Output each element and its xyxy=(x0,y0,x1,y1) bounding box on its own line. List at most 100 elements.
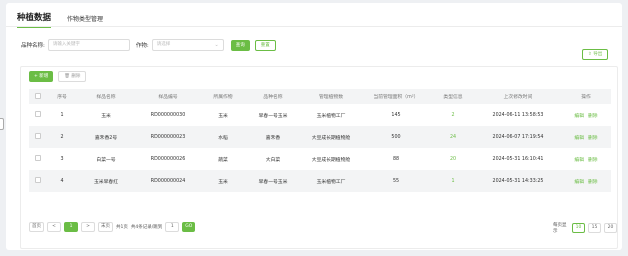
page-size-15[interactable]: 15 xyxy=(588,223,601,233)
row-select[interactable] xyxy=(29,126,47,148)
reset-button[interactable]: 重置 xyxy=(254,39,276,51)
cell-plants: 玉米植物工厂 xyxy=(316,179,346,185)
cell-area: 55 xyxy=(392,178,400,184)
header-select-all[interactable] xyxy=(29,89,47,104)
cell-type-info-link[interactable]: 24 xyxy=(431,126,475,148)
page-1-button[interactable]: 1 xyxy=(64,222,78,232)
cell-operation: 编辑 删除 xyxy=(561,148,611,170)
cell-index: 3 xyxy=(60,156,64,162)
delete-link[interactable]: 删除 xyxy=(588,136,598,141)
cell-sample-code: RD000000023 xyxy=(150,134,186,140)
goto-page-input[interactable]: 1 xyxy=(165,222,180,232)
total-records-text: 共4条记录/跳到 xyxy=(130,225,163,230)
cell-sample-name: 玉米 xyxy=(101,113,111,119)
cell-sample-code: RD000000030 xyxy=(150,112,186,118)
cell-variety: 早春一号玉米 xyxy=(258,113,288,119)
pagination: 首页 < 1 > 末页 共1页 共4条记录/跳到 1 GO xyxy=(29,222,196,232)
cell-last-modified: 2024-06-07 17:19:54 xyxy=(492,134,544,140)
export-button-wrap: ⇧ 导出 xyxy=(582,40,609,60)
cell-type-info-link[interactable]: 20 xyxy=(431,148,475,170)
cell-sample-name: 玉米早春红 xyxy=(94,179,118,185)
cell-crop: 玉米 xyxy=(218,179,228,185)
query-button[interactable]: 查询 xyxy=(230,39,250,51)
export-button[interactable]: ⇧ 导出 xyxy=(582,49,609,60)
main-panel: 种植数据 作物类型管理 品种名称: 请输入关键字 作物: 请选择 ⌄ 查询 重置… xyxy=(6,3,622,250)
cell-sample-name: 白菜一号 xyxy=(96,157,116,163)
edit-link[interactable]: 编辑 xyxy=(574,180,584,185)
variety-name-input[interactable]: 请输入关键字 xyxy=(47,39,130,51)
checkbox[interactable] xyxy=(35,155,41,161)
next-page-button[interactable]: > xyxy=(81,222,95,232)
header-area: 当前管理面积（m²） xyxy=(373,95,419,100)
cell-last-modified: 2024-06-11 13:58:53 xyxy=(492,112,544,118)
cell-crop: 蔬菜 xyxy=(218,157,228,163)
edit-link[interactable]: 编辑 xyxy=(574,114,584,119)
header-crop: 所属作物 xyxy=(213,95,233,100)
cell-area: 88 xyxy=(392,156,400,162)
cell-crop: 玉米 xyxy=(218,113,228,119)
cell-sample-name: 嘉禾香2号 xyxy=(94,135,118,141)
page-size-selector: 每页显示 10 15 20 xyxy=(553,222,617,234)
table-card: + 新增 🗑 删除 序号 样品名称 样品编号 所属作物 品种名称 管理植物数 当… xyxy=(20,66,618,249)
per-page-label: 每页显示 xyxy=(553,223,567,234)
table-row: 3 白菜一号 RD000000026 蔬菜 大白菜 大豆成长期植物舱 88 20… xyxy=(29,148,611,170)
cell-type-info-link[interactable]: 1 xyxy=(431,170,475,192)
delete-button-label: 删除 xyxy=(71,74,81,79)
checkbox[interactable] xyxy=(35,92,41,99)
table-header-row: 序号 样品名称 样品编号 所属作物 品种名称 管理植物数 当前管理面积（m²） … xyxy=(29,89,611,104)
header-variety: 品种名称 xyxy=(263,95,283,100)
header-last-modified: 上次修改时间 xyxy=(503,95,533,100)
cell-operation: 编辑 删除 xyxy=(561,170,611,192)
row-select[interactable] xyxy=(29,170,47,192)
cell-variety: 嘉禾香 xyxy=(265,135,281,141)
planting-data-table: 序号 样品名称 样品编号 所属作物 品种名称 管理植物数 当前管理面积（m²） … xyxy=(29,89,611,192)
go-button[interactable]: GO xyxy=(182,222,196,232)
delete-link[interactable]: 删除 xyxy=(588,180,598,185)
total-pages-text: 共1页 xyxy=(116,225,128,230)
row-select[interactable] xyxy=(29,148,47,170)
add-button-label: 新增 xyxy=(39,74,49,79)
edit-link[interactable]: 编辑 xyxy=(574,158,584,163)
cell-last-modified: 2024-05-31 14:33:25 xyxy=(492,178,544,184)
cell-plants: 大豆成长期植物舱 xyxy=(311,157,351,163)
side-collapse-handle[interactable] xyxy=(0,118,4,130)
chevron-down-icon: ⌄ xyxy=(214,42,219,48)
header-sample-name: 样品名称 xyxy=(96,95,116,100)
edit-link[interactable]: 编辑 xyxy=(574,136,584,141)
add-button[interactable]: + 新增 xyxy=(29,71,54,82)
tabs-divider xyxy=(6,26,622,27)
page-size-10[interactable]: 10 xyxy=(572,223,585,233)
header-operation: 操作 xyxy=(581,95,591,100)
cell-crop: 水稻 xyxy=(218,135,228,141)
last-page-button[interactable]: 末页 xyxy=(98,222,113,232)
variety-name-label: 品种名称: xyxy=(21,43,45,49)
page-size-20[interactable]: 20 xyxy=(604,223,617,233)
checkbox[interactable] xyxy=(35,111,41,117)
delete-link[interactable]: 删除 xyxy=(588,114,598,119)
cell-type-info-link[interactable]: 2 xyxy=(431,104,475,126)
cell-sample-code: RD000000024 xyxy=(150,178,186,184)
checkbox[interactable] xyxy=(35,177,41,183)
checkbox[interactable] xyxy=(35,133,41,139)
cell-index: 4 xyxy=(60,178,64,184)
cell-plants: 玉米植物工厂 xyxy=(316,113,346,119)
table-actions: + 新增 🗑 删除 xyxy=(29,71,87,82)
crop-select-placeholder: 请选择 xyxy=(156,42,171,47)
crop-select[interactable]: 请选择 ⌄ xyxy=(151,39,224,51)
delete-link[interactable]: 删除 xyxy=(588,158,598,163)
header-sample-code: 样品编号 xyxy=(158,95,178,100)
table-row: 2 嘉禾香2号 RD000000023 水稻 嘉禾香 大豆成长期植物舱 500 … xyxy=(29,126,611,148)
export-button-label: 导出 xyxy=(593,52,603,57)
cell-area: 145 xyxy=(391,112,401,118)
crop-label: 作物: xyxy=(135,43,149,49)
row-select[interactable] xyxy=(29,104,47,126)
cell-variety: 大白菜 xyxy=(265,157,281,163)
header-type-info: 类型信息 xyxy=(443,95,463,100)
first-page-button[interactable]: 首页 xyxy=(29,222,44,232)
delete-button[interactable]: 🗑 删除 xyxy=(58,71,87,82)
cell-operation: 编辑 删除 xyxy=(561,126,611,148)
cell-index: 1 xyxy=(60,112,64,118)
prev-page-button[interactable]: < xyxy=(47,222,61,232)
cell-sample-code: RD000000026 xyxy=(150,156,186,162)
header-plants: 管理植物数 xyxy=(319,95,343,100)
